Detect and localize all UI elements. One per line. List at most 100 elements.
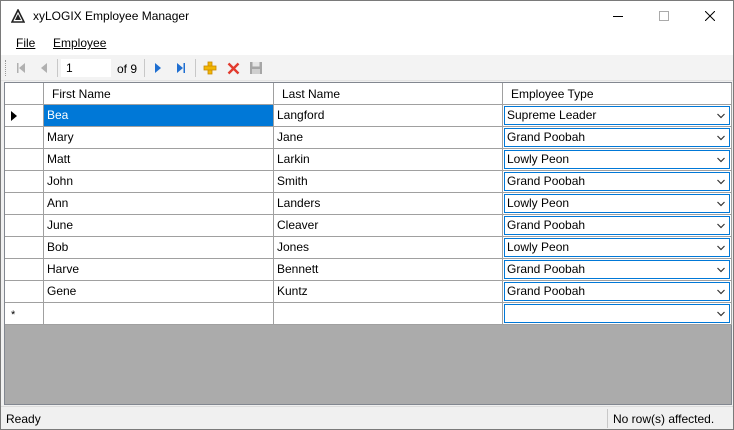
last-name-cell[interactable]: Cleaver — [274, 215, 503, 237]
maximize-button[interactable] — [641, 1, 687, 31]
first-name-cell[interactable]: Gene — [44, 281, 274, 303]
chevron-down-icon[interactable] — [717, 179, 725, 185]
first-name-cell[interactable]: Matt — [44, 149, 274, 171]
move-next-icon — [155, 63, 161, 73]
row-header[interactable] — [5, 215, 44, 237]
chevron-down-icon[interactable] — [717, 135, 725, 141]
first-name-cell[interactable]: Bea — [44, 105, 274, 127]
first-name-cell[interactable]: Mary — [44, 127, 274, 149]
menu-file[interactable]: File — [16, 36, 35, 50]
table-row: Gene Kuntz Grand Poobah — [5, 281, 732, 303]
employee-type-cell: Grand Poobah — [503, 215, 732, 237]
employee-type-combobox[interactable]: Lowly Peon — [504, 150, 730, 169]
employee-type-value: Grand Poobah — [507, 284, 586, 298]
employee-type-value: Grand Poobah — [507, 262, 586, 276]
app-window: xyLOGIX Employee Manager File Employee 1… — [0, 0, 734, 430]
menu-bar: File Employee — [1, 31, 733, 55]
first-name-cell[interactable]: Bob — [44, 237, 274, 259]
column-header-first-name[interactable]: First Name — [44, 83, 274, 105]
add-new-button[interactable] — [200, 58, 220, 78]
employee-type-combobox[interactable]: Lowly Peon — [504, 238, 730, 257]
employee-type-combobox[interactable] — [504, 304, 730, 323]
row-header[interactable] — [5, 127, 44, 149]
first-name-cell[interactable]: Harve — [44, 259, 274, 281]
chevron-down-icon[interactable] — [717, 113, 725, 119]
last-name-cell[interactable]: Smith — [274, 171, 503, 193]
employee-type-cell: Lowly Peon — [503, 149, 732, 171]
toolbar-grip[interactable] — [5, 60, 8, 76]
last-name-cell[interactable]: Langford — [274, 105, 503, 127]
record-count-label: of 9 — [117, 62, 138, 76]
column-header-employee-type[interactable]: Employee Type — [503, 83, 732, 105]
row-header[interactable] — [5, 171, 44, 193]
employee-type-combobox[interactable]: Grand Poobah — [504, 260, 730, 279]
chevron-down-icon[interactable] — [717, 289, 725, 295]
title-bar[interactable]: xyLOGIX Employee Manager — [1, 1, 733, 31]
chevron-down-icon[interactable] — [717, 223, 725, 229]
employee-grid[interactable]: First Name Last Name Employee Type Bea La… — [4, 82, 732, 405]
move-last-button[interactable] — [171, 58, 191, 78]
toolbar-separator — [144, 59, 145, 77]
new-row-marker: * — [11, 309, 16, 321]
employee-type-cell: Lowly Peon — [503, 193, 732, 215]
toolbar-separator — [195, 59, 196, 77]
move-previous-icon — [41, 63, 47, 73]
employee-type-value: Grand Poobah — [507, 174, 586, 188]
row-header[interactable] — [5, 105, 44, 127]
new-row-last-name-cell[interactable] — [274, 303, 503, 325]
current-row-indicator-icon — [11, 111, 17, 121]
chevron-down-icon[interactable] — [717, 267, 725, 273]
toolbar-separator — [57, 59, 58, 77]
employee-type-combobox[interactable]: Grand Poobah — [504, 128, 730, 147]
first-name-cell[interactable]: June — [44, 215, 274, 237]
employee-type-combobox[interactable]: Grand Poobah — [504, 216, 730, 235]
employee-type-value: Grand Poobah — [507, 130, 586, 144]
close-icon — [705, 11, 715, 21]
employee-type-combobox[interactable]: Supreme Leader — [504, 106, 730, 125]
last-name-cell[interactable]: Jones — [274, 237, 503, 259]
last-name-cell[interactable]: Kuntz — [274, 281, 503, 303]
chevron-down-icon[interactable] — [717, 157, 725, 163]
new-row-header[interactable]: * — [5, 303, 44, 325]
employee-type-combobox[interactable]: Lowly Peon — [504, 194, 730, 213]
table-row: Bea Langford Supreme Leader — [5, 105, 732, 127]
last-name-cell[interactable]: Landers — [274, 193, 503, 215]
last-name-cell[interactable]: Jane — [274, 127, 503, 149]
column-header-last-name[interactable]: Last Name — [274, 83, 503, 105]
row-header[interactable] — [5, 237, 44, 259]
last-name-cell[interactable]: Bennett — [274, 259, 503, 281]
row-header[interactable] — [5, 149, 44, 171]
move-previous-button[interactable] — [34, 58, 54, 78]
grid-corner-header[interactable] — [5, 83, 44, 105]
row-header[interactable] — [5, 259, 44, 281]
window-title: xyLOGIX Employee Manager — [33, 9, 190, 23]
employee-type-cell: Supreme Leader — [503, 105, 732, 127]
table-row: June Cleaver Grand Poobah — [5, 215, 732, 237]
save-button[interactable] — [246, 58, 266, 78]
save-icon — [250, 62, 262, 74]
minimize-icon — [613, 16, 623, 17]
last-name-cell[interactable]: Larkin — [274, 149, 503, 171]
employee-type-cell: Grand Poobah — [503, 127, 732, 149]
first-name-cell[interactable]: Ann — [44, 193, 274, 215]
delete-button[interactable] — [223, 58, 243, 78]
employee-type-combobox[interactable]: Grand Poobah — [504, 172, 730, 191]
move-next-button[interactable] — [148, 58, 168, 78]
move-first-button[interactable] — [11, 58, 31, 78]
grid-header-row: First Name Last Name Employee Type — [5, 83, 732, 105]
move-last-icon — [177, 63, 185, 73]
row-header[interactable] — [5, 281, 44, 303]
close-button[interactable] — [687, 1, 733, 31]
employee-type-value: Lowly Peon — [507, 196, 570, 210]
new-row-first-name-cell[interactable] — [44, 303, 274, 325]
employee-type-combobox[interactable]: Grand Poobah — [504, 282, 730, 301]
app-logo-icon — [11, 9, 25, 23]
first-name-cell[interactable]: John — [44, 171, 274, 193]
position-input[interactable]: 1 — [61, 59, 111, 77]
chevron-down-icon[interactable] — [717, 311, 725, 317]
menu-employee[interactable]: Employee — [53, 36, 106, 50]
row-header[interactable] — [5, 193, 44, 215]
chevron-down-icon[interactable] — [717, 245, 725, 251]
chevron-down-icon[interactable] — [717, 201, 725, 207]
minimize-button[interactable] — [595, 1, 641, 31]
